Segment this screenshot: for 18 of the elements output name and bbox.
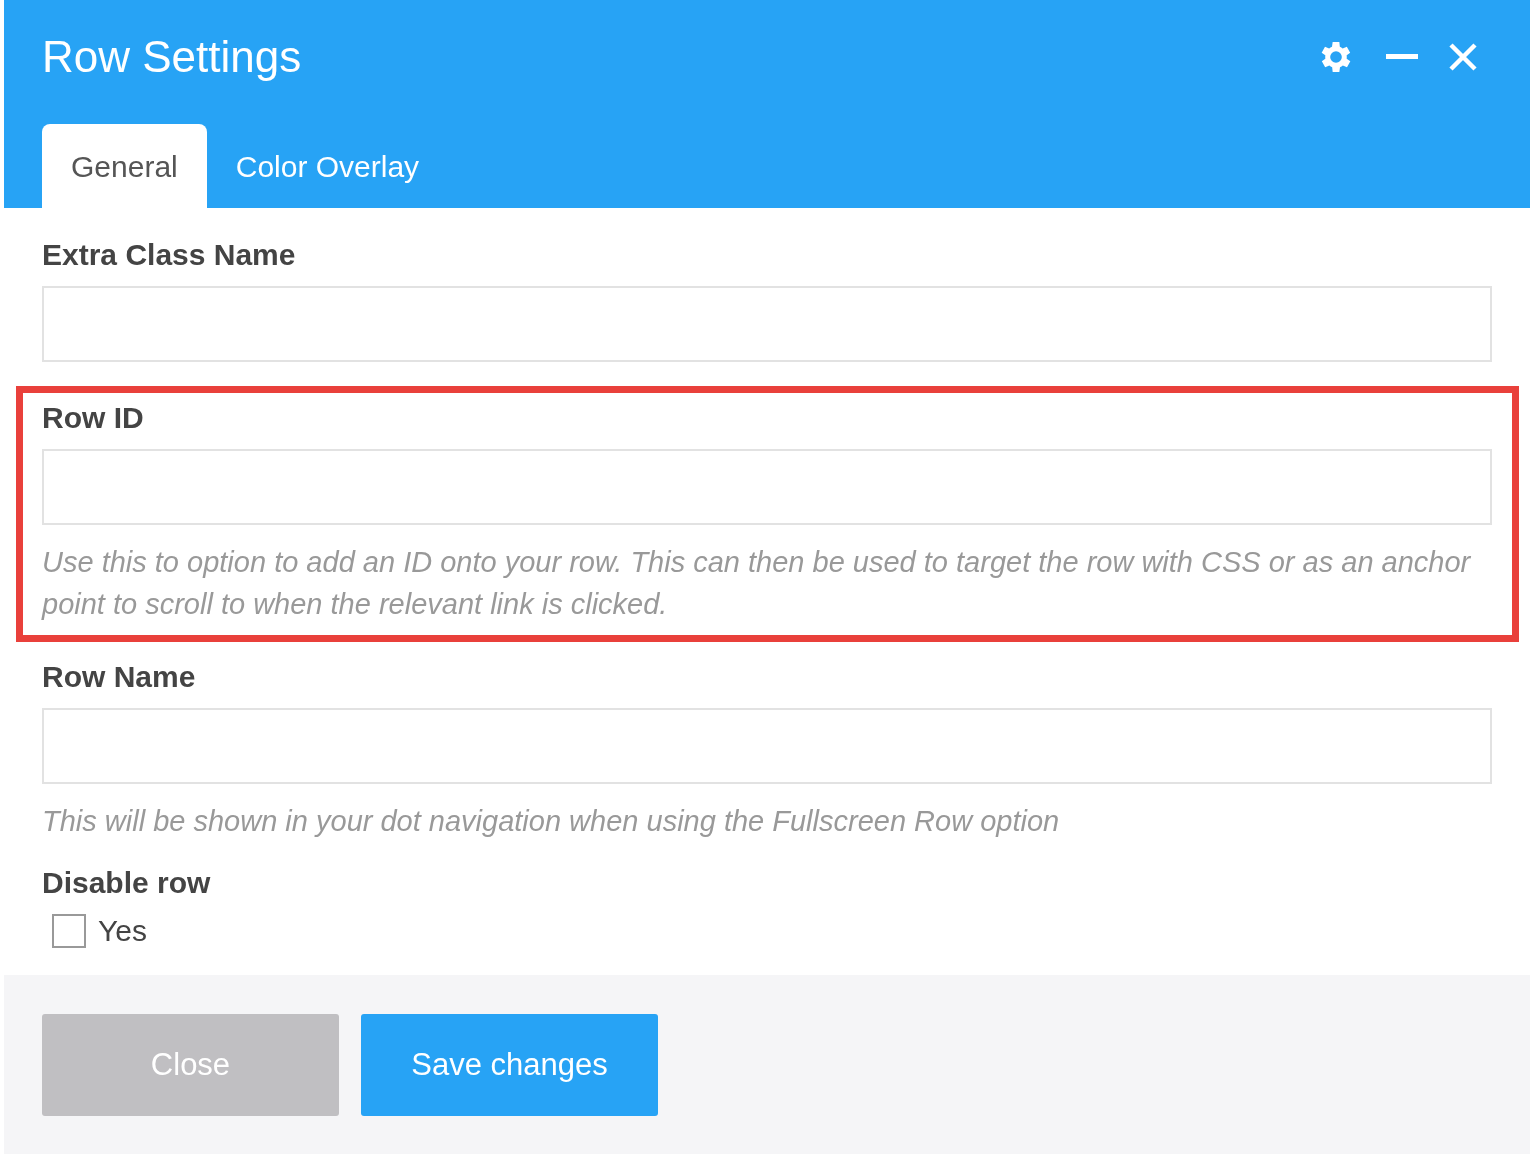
minimize-icon[interactable] [1386, 54, 1418, 60]
input-field[interactable] [42, 449, 1492, 525]
field-label: Row ID [42, 401, 145, 435]
input-field[interactable] [42, 286, 1492, 362]
field-label: Row Name [42, 660, 197, 694]
close-button[interactable]: Close [42, 1013, 339, 1116]
field-label: Extra Class Name [42, 238, 297, 272]
field-label: Disable row [42, 866, 212, 900]
save-button[interactable]: Save changes [361, 1013, 658, 1116]
window-title: Row Settings [42, 32, 302, 82]
tab[interactable]: Color Overlay [206, 124, 449, 208]
checkbox[interactable] [52, 914, 86, 948]
checkbox-label: Yes [98, 914, 147, 948]
input-field[interactable] [42, 708, 1492, 784]
tab[interactable]: General [42, 124, 207, 208]
close-icon[interactable] [1448, 42, 1478, 72]
help-text: Use this to option to add an ID onto your row. This can then be used to target the row with CSS or as an anchor point to scroll to when the relevant link is clicked. [42, 545, 1472, 622]
help-text: This will be shown in your dot navigation when using the Fullscreen Row option [42, 804, 1061, 839]
